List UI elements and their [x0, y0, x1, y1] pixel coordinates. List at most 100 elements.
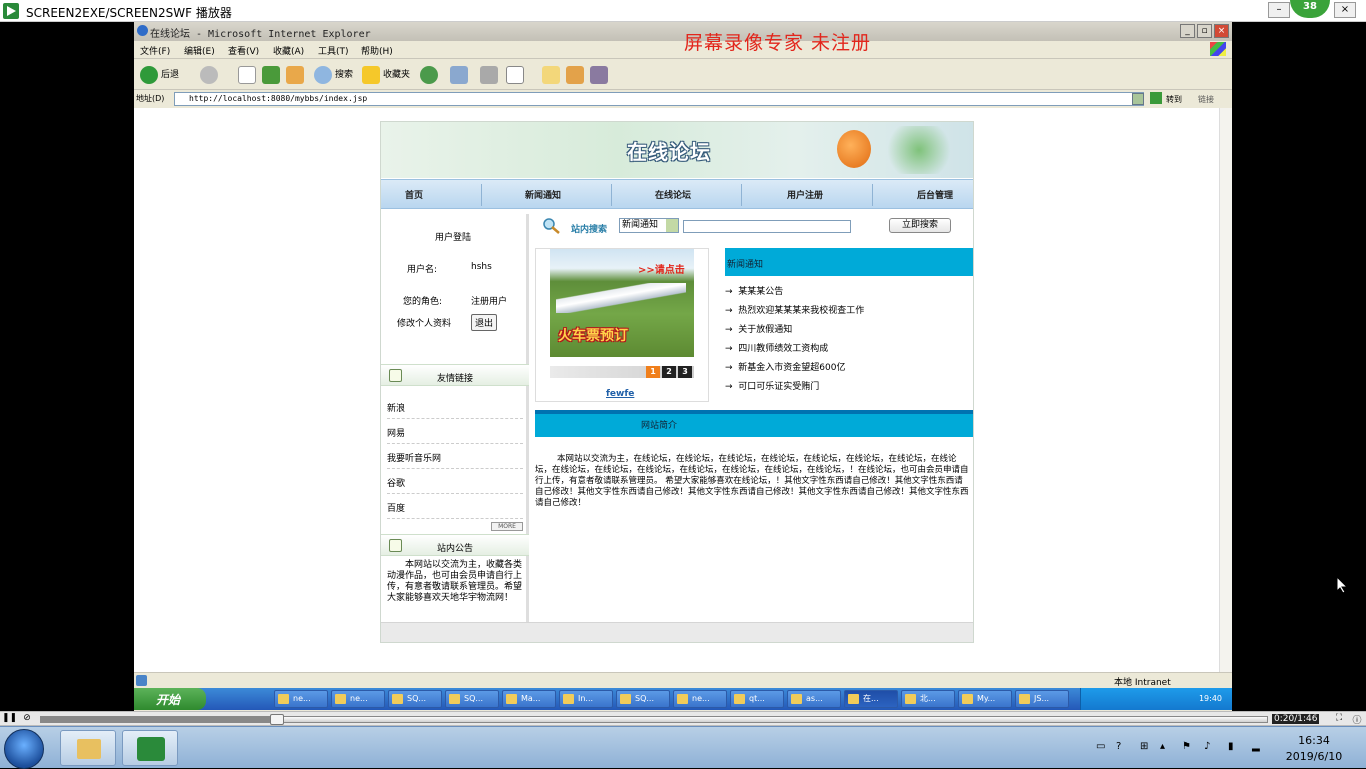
- explorer-taskbar-button[interactable]: [60, 730, 116, 766]
- back-button[interactable]: 后退: [161, 66, 179, 84]
- forum-nav: 首页 新闻通知 在线论坛 用户注册 后台管理: [381, 179, 973, 209]
- search-label: 站内搜索: [571, 225, 608, 235]
- history-icon[interactable]: [420, 66, 438, 84]
- slide-page-2[interactable]: 2: [662, 366, 676, 378]
- slide-page-3[interactable]: 3: [678, 366, 692, 378]
- address-input[interactable]: http://localhost:8080/mybbs/index.jsp: [174, 92, 1144, 106]
- messenger-icon[interactable]: [590, 66, 608, 84]
- xp-task-button[interactable]: SQ...: [616, 690, 670, 708]
- player-taskbar-button[interactable]: [122, 730, 178, 766]
- ie-close-button[interactable]: ×: [1214, 24, 1229, 38]
- nav-forum[interactable]: 在线论坛: [655, 188, 691, 201]
- xp-task-button[interactable]: ne...: [673, 690, 727, 708]
- stop-icon[interactable]: ⊘: [20, 713, 34, 725]
- news-item[interactable]: → 新基金入市资金望超600亿: [725, 360, 845, 373]
- help-icon[interactable]: ?: [1116, 741, 1128, 753]
- player-close-button[interactable]: ×: [1334, 2, 1356, 18]
- action-center-icon[interactable]: ⚑: [1182, 741, 1194, 753]
- search-icon[interactable]: [314, 66, 332, 84]
- clock-time: 16:34: [1298, 734, 1330, 747]
- go-button[interactable]: 转到: [1166, 94, 1182, 105]
- network-icon[interactable]: ▮: [1228, 741, 1240, 753]
- xp-task-button[interactable]: Ma...: [502, 690, 556, 708]
- seek-thumb[interactable]: [270, 714, 284, 725]
- friend-link-163[interactable]: 网易: [387, 419, 523, 444]
- xp-system-tray: 19:40: [1080, 688, 1232, 710]
- signal-icon[interactable]: ▂: [1252, 741, 1264, 753]
- slide-image[interactable]: >>请点击 火车票预订: [550, 249, 694, 357]
- search-input[interactable]: [683, 220, 851, 233]
- nav-news[interactable]: 新闻通知: [525, 188, 561, 201]
- search-category-select[interactable]: 新闻通知: [619, 218, 679, 233]
- back-icon[interactable]: [140, 66, 158, 84]
- xp-task-button[interactable]: 北...: [901, 690, 955, 708]
- folder-icon[interactable]: [566, 66, 584, 84]
- friend-link-music[interactable]: 我要听音乐网: [387, 444, 523, 469]
- menu-file[interactable]: 文件(F): [140, 44, 170, 57]
- xp-task-button[interactable]: ne...: [274, 690, 328, 708]
- news-item[interactable]: → 某某某公告: [725, 284, 783, 297]
- search-submit-button[interactable]: 立即搜索: [889, 218, 951, 233]
- pause-icon[interactable]: ❚❚: [2, 713, 17, 725]
- player-minimize-button[interactable]: –: [1268, 2, 1290, 18]
- xp-task-button[interactable]: ne...: [331, 690, 385, 708]
- edit-profile-link[interactable]: 修改个人资料: [397, 316, 451, 329]
- slide-page-1[interactable]: 1: [646, 366, 660, 378]
- menu-favorites[interactable]: 收藏(A): [273, 44, 304, 57]
- logout-button[interactable]: 退出: [471, 314, 498, 331]
- links-button[interactable]: 链接: [1198, 94, 1214, 105]
- menu-tools[interactable]: 工具(T): [318, 44, 349, 57]
- tray-expand-icon[interactable]: ▴: [1160, 741, 1172, 753]
- menu-help[interactable]: 帮助(H): [361, 44, 393, 57]
- xp-start-button[interactable]: 开始: [134, 688, 206, 710]
- news-item[interactable]: → 关于放假通知: [725, 322, 792, 335]
- xp-task-button[interactable]: qt...: [730, 690, 784, 708]
- news-item[interactable]: → 可口可乐证实受贿门: [725, 379, 819, 392]
- nav-separator: [741, 184, 742, 206]
- keyboard-icon[interactable]: ▭: [1096, 741, 1108, 753]
- xp-task-button[interactable]: as...: [787, 690, 841, 708]
- menu-view[interactable]: 查看(V): [228, 44, 259, 57]
- vertical-scrollbar[interactable]: [1219, 108, 1232, 672]
- xp-task-button[interactable]: JS...: [1015, 690, 1069, 708]
- xp-task-button[interactable]: SQ...: [445, 690, 499, 708]
- xp-task-button[interactable]: In...: [559, 690, 613, 708]
- go-icon[interactable]: [1150, 92, 1162, 104]
- refresh-icon[interactable]: [262, 66, 280, 84]
- nav-register[interactable]: 用户注册: [787, 188, 823, 201]
- ie-maximize-button[interactable]: ▫: [1197, 24, 1212, 38]
- windows-start-orb-icon[interactable]: [4, 729, 44, 769]
- slide-caption[interactable]: fewfe: [606, 389, 634, 399]
- stop-icon[interactable]: [238, 66, 256, 84]
- discuss-icon[interactable]: [542, 66, 560, 84]
- print-icon[interactable]: [480, 66, 498, 84]
- friend-link-baidu[interactable]: 百度: [387, 494, 523, 519]
- news-item[interactable]: → 四川教师绩效工资构成: [725, 341, 828, 354]
- address-dropdown-icon[interactable]: [1132, 93, 1144, 105]
- more-links-button[interactable]: MORE: [491, 522, 523, 531]
- friend-link-google[interactable]: 谷歌: [387, 469, 523, 494]
- seek-track[interactable]: [40, 716, 1268, 723]
- menu-edit[interactable]: 编辑(E): [184, 44, 215, 57]
- volume-icon[interactable]: ♪: [1204, 741, 1216, 753]
- favorites-star-icon[interactable]: [362, 66, 380, 84]
- xp-task-button[interactable]: My...: [958, 690, 1012, 708]
- nav-admin[interactable]: 后台管理: [917, 188, 953, 201]
- mail-icon[interactable]: [450, 66, 468, 84]
- friend-link-sina[interactable]: 新浪: [387, 394, 523, 419]
- xp-task-button-active[interactable]: 在...: [844, 690, 898, 708]
- xp-task-button[interactable]: SQ...: [388, 690, 442, 708]
- favorites-button[interactable]: 收藏夹: [383, 66, 410, 84]
- ime-icon[interactable]: ⊞: [1140, 741, 1152, 753]
- windows-flag-icon: [1210, 42, 1226, 56]
- win7-clock[interactable]: 16:34 2019/6/10: [1284, 733, 1344, 765]
- ie-minimize-button[interactable]: _: [1180, 24, 1195, 38]
- nav-home[interactable]: 首页: [405, 188, 423, 201]
- info-icon[interactable]: ⓘ: [1350, 713, 1364, 726]
- news-item[interactable]: → 热烈欢迎某某某来我校视查工作: [725, 303, 864, 316]
- search-button[interactable]: 搜索: [335, 66, 353, 84]
- forward-icon[interactable]: [200, 66, 218, 84]
- home-icon[interactable]: [286, 66, 304, 84]
- edit-icon[interactable]: [506, 66, 524, 84]
- fullscreen-icon[interactable]: ⛶: [1332, 713, 1346, 725]
